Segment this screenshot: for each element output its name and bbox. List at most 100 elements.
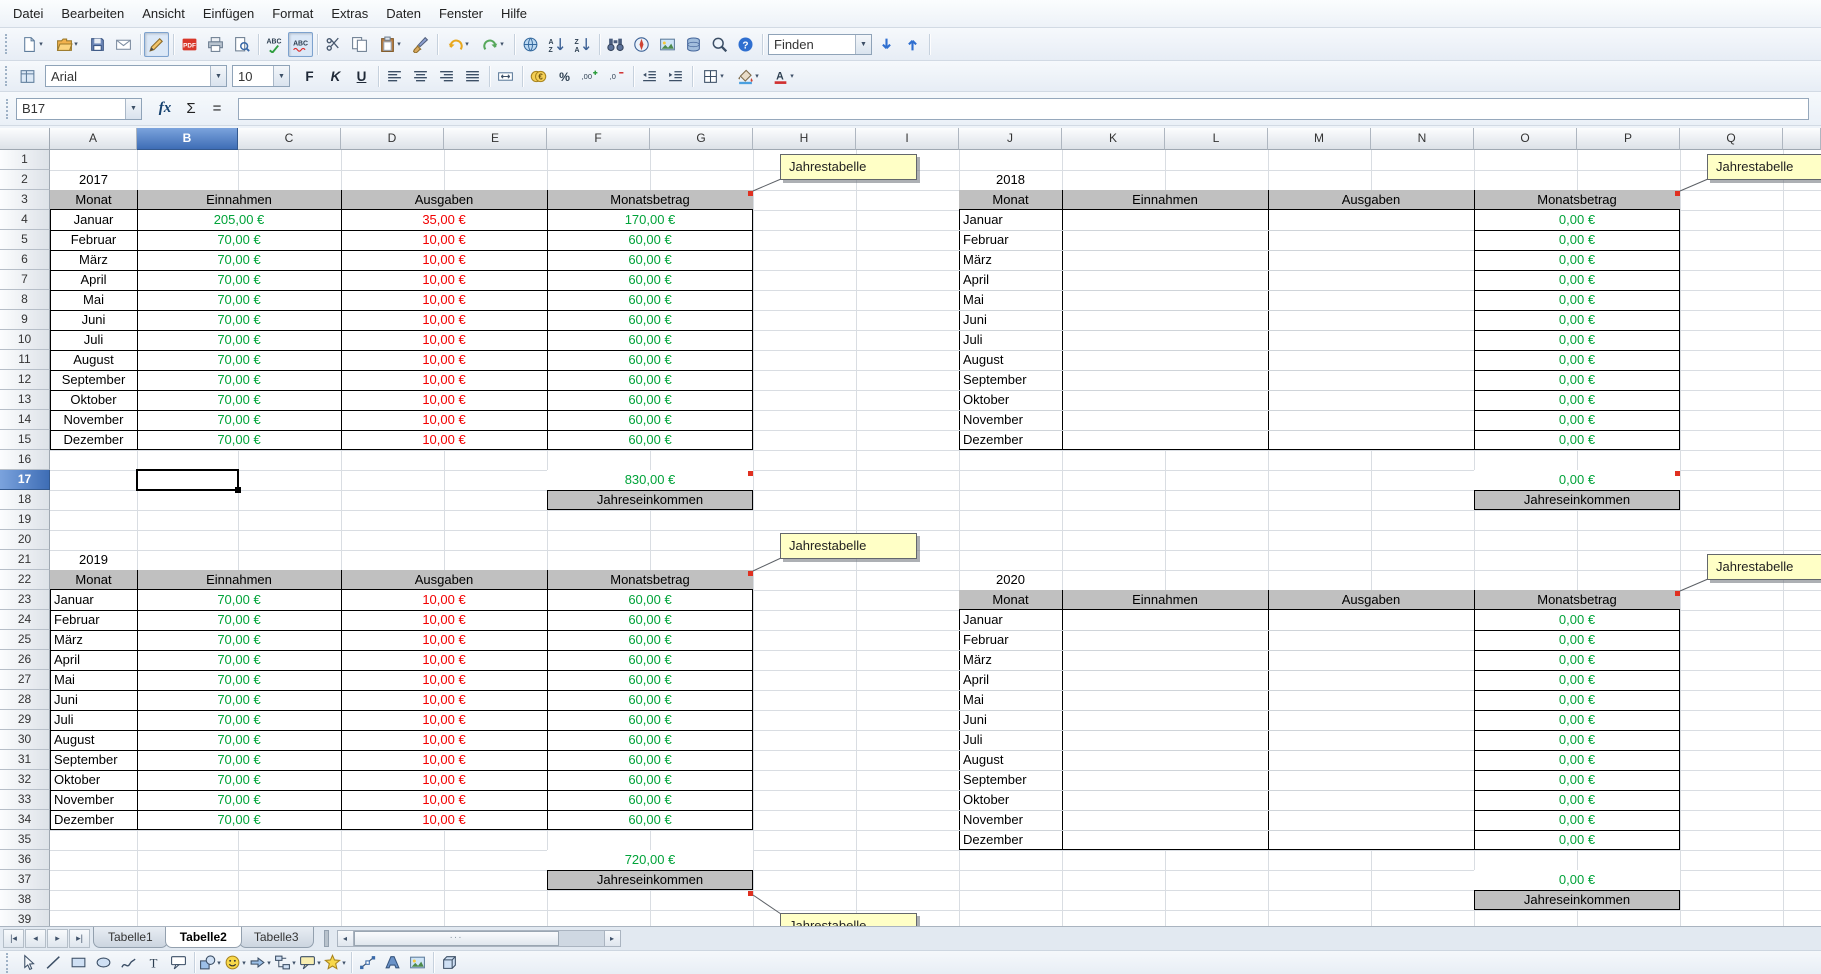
open-button[interactable]: ▾ bbox=[50, 32, 84, 57]
cell-einnahmen[interactable]: 70,00 € bbox=[137, 790, 341, 810]
basic-shapes-button[interactable]: ▾ bbox=[198, 952, 222, 974]
new-document-button[interactable]: ▾ bbox=[15, 32, 49, 57]
number-format-add-decimal-button[interactable]: ,00 bbox=[578, 64, 603, 89]
edit-points-button[interactable] bbox=[355, 952, 379, 974]
cell-monatsbetrag[interactable]: 60,00 € bbox=[547, 770, 753, 790]
fontwork-gallery-button[interactable] bbox=[380, 952, 404, 974]
cell-ausgaben[interactable]: 10,00 € bbox=[341, 370, 547, 390]
cell-einnahmen[interactable]: 70,00 € bbox=[137, 650, 341, 670]
row-header-14[interactable]: 14 bbox=[0, 410, 50, 430]
cell-month[interactable]: März bbox=[50, 250, 137, 270]
cell-monatsbetrag[interactable]: 0,00 € bbox=[1474, 790, 1680, 810]
cell-year-sum[interactable]: 0,00 € bbox=[1474, 470, 1680, 490]
column-header-g[interactable]: G bbox=[650, 128, 753, 150]
cell-monatsbetrag[interactable]: 60,00 € bbox=[547, 670, 753, 690]
cell-month[interactable]: November bbox=[959, 810, 1062, 830]
cell-grid[interactable]: MonatEinnahmenAusgabenMonatsbetragJanuar… bbox=[50, 150, 1821, 926]
row-header-27[interactable]: 27 bbox=[0, 670, 50, 690]
borders-button[interactable]: ▾ bbox=[696, 64, 730, 89]
cell-ausgaben[interactable]: 35,00 € bbox=[341, 210, 547, 230]
standard-toolbar-grip[interactable] bbox=[5, 34, 11, 54]
align-left-button[interactable] bbox=[382, 64, 407, 89]
block-arrows-button[interactable]: ▾ bbox=[248, 952, 272, 974]
cell-einnahmen[interactable]: 70,00 € bbox=[137, 310, 341, 330]
row-header-8[interactable]: 8 bbox=[0, 290, 50, 310]
row-header-35[interactable]: 35 bbox=[0, 830, 50, 850]
table-2019-header-ausgaben[interactable]: Ausgaben bbox=[341, 570, 547, 590]
cell-month[interactable]: Mai bbox=[50, 290, 137, 310]
cell-month[interactable]: August bbox=[959, 350, 1062, 370]
cell-monatsbetrag[interactable]: 0,00 € bbox=[1474, 250, 1680, 270]
cell-einnahmen[interactable]: 70,00 € bbox=[137, 290, 341, 310]
data-sources-button[interactable] bbox=[681, 32, 706, 57]
column-header-e[interactable]: E bbox=[444, 128, 547, 150]
formula-input[interactable] bbox=[238, 98, 1809, 120]
cell-ausgaben[interactable]: 10,00 € bbox=[341, 310, 547, 330]
cell-einnahmen[interactable]: 70,00 € bbox=[137, 390, 341, 410]
cell-monatsbetrag[interactable]: 0,00 € bbox=[1474, 710, 1680, 730]
cell-monatsbetrag[interactable]: 60,00 € bbox=[547, 730, 753, 750]
cell-monatsbetrag[interactable]: 60,00 € bbox=[547, 590, 753, 610]
help-button[interactable]: ? bbox=[733, 32, 758, 57]
column-header-q[interactable]: Q bbox=[1680, 128, 1783, 150]
cell-einnahmen[interactable]: 70,00 € bbox=[137, 590, 341, 610]
cell-einnahmen[interactable]: 70,00 € bbox=[137, 610, 341, 630]
number-format-percent-button[interactable]: % bbox=[552, 64, 577, 89]
scroll-thumb[interactable]: ··· bbox=[354, 931, 559, 946]
cell-monatsbetrag[interactable]: 60,00 € bbox=[547, 270, 753, 290]
cell-monatsbetrag[interactable]: 0,00 € bbox=[1474, 410, 1680, 430]
column-header-m[interactable]: M bbox=[1268, 128, 1371, 150]
sheet-tab-tabelle3[interactable]: Tabelle3 bbox=[239, 927, 314, 948]
cell-sum-label[interactable]: Jahreseinkommen bbox=[547, 490, 753, 510]
cell-einnahmen[interactable]: 70,00 € bbox=[137, 670, 341, 690]
row-header-38[interactable]: 38 bbox=[0, 890, 50, 910]
export-pdf-button[interactable]: PDF bbox=[177, 32, 202, 57]
sort-ascending-button[interactable]: AZ bbox=[544, 32, 569, 57]
cell-ausgaben[interactable]: 10,00 € bbox=[341, 790, 547, 810]
table-2018-header-ausgaben[interactable]: Ausgaben bbox=[1268, 190, 1474, 210]
cell-year-sum[interactable]: 720,00 € bbox=[547, 850, 753, 870]
text-box-button[interactable]: T bbox=[141, 952, 165, 974]
tab-splitter[interactable] bbox=[324, 930, 329, 947]
cell-ausgaben[interactable]: 10,00 € bbox=[341, 690, 547, 710]
row-header-10[interactable]: 10 bbox=[0, 330, 50, 350]
align-right-button[interactable] bbox=[434, 64, 459, 89]
find-next-button[interactable] bbox=[874, 32, 899, 57]
paste-dropdown-icon[interactable]: ▾ bbox=[397, 40, 401, 48]
callouts-button[interactable]: ▾ bbox=[298, 952, 322, 974]
cell-monatsbetrag[interactable]: 0,00 € bbox=[1474, 690, 1680, 710]
print-button[interactable] bbox=[203, 32, 228, 57]
cell-sum-label[interactable]: Jahreseinkommen bbox=[1474, 890, 1680, 910]
cell-einnahmen[interactable]: 70,00 € bbox=[137, 750, 341, 770]
table-2017-header-monatsbetrag[interactable]: Monatsbetrag bbox=[547, 190, 753, 210]
row-header-21[interactable]: 21 bbox=[0, 550, 50, 570]
cell-einnahmen[interactable]: 70,00 € bbox=[137, 330, 341, 350]
find-previous-button[interactable] bbox=[900, 32, 925, 57]
sheet-nav-last-sheet[interactable]: ▸| bbox=[69, 929, 90, 948]
row-header-12[interactable]: 12 bbox=[0, 370, 50, 390]
picture-from-file-button[interactable] bbox=[405, 952, 429, 974]
column-header-n[interactable]: N bbox=[1371, 128, 1474, 150]
freeform-line-button[interactable] bbox=[116, 952, 140, 974]
cell-ausgaben[interactable]: 10,00 € bbox=[341, 430, 547, 450]
cell-einnahmen[interactable]: 70,00 € bbox=[137, 710, 341, 730]
table-2020-header-einnahmen[interactable]: Einnahmen bbox=[1062, 590, 1268, 610]
row-header-2[interactable]: 2 bbox=[0, 170, 50, 190]
cell-monatsbetrag[interactable]: 0,00 € bbox=[1474, 350, 1680, 370]
column-header-b[interactable]: B bbox=[137, 128, 238, 150]
cell-month[interactable]: Juli bbox=[959, 330, 1062, 350]
row-header-23[interactable]: 23 bbox=[0, 590, 50, 610]
row-header-37[interactable]: 37 bbox=[0, 870, 50, 890]
symbol-shapes-dropdown-icon[interactable]: ▾ bbox=[242, 959, 246, 967]
cell-month[interactable]: Oktober bbox=[959, 790, 1062, 810]
cell-ausgaben[interactable]: 10,00 € bbox=[341, 650, 547, 670]
spellcheck-button[interactable]: ABC bbox=[262, 32, 287, 57]
function-button[interactable]: = bbox=[204, 97, 230, 121]
cell-month[interactable]: Februar bbox=[959, 230, 1062, 250]
cell-ausgaben[interactable]: 10,00 € bbox=[341, 630, 547, 650]
find-input-dropdown-icon[interactable]: ▼ bbox=[855, 35, 871, 54]
font-name-dropdown-icon[interactable]: ▼ bbox=[210, 66, 226, 86]
cell-monatsbetrag[interactable]: 0,00 € bbox=[1474, 430, 1680, 450]
cell-month[interactable]: Januar bbox=[50, 590, 137, 610]
cell-monatsbetrag[interactable]: 0,00 € bbox=[1474, 810, 1680, 830]
